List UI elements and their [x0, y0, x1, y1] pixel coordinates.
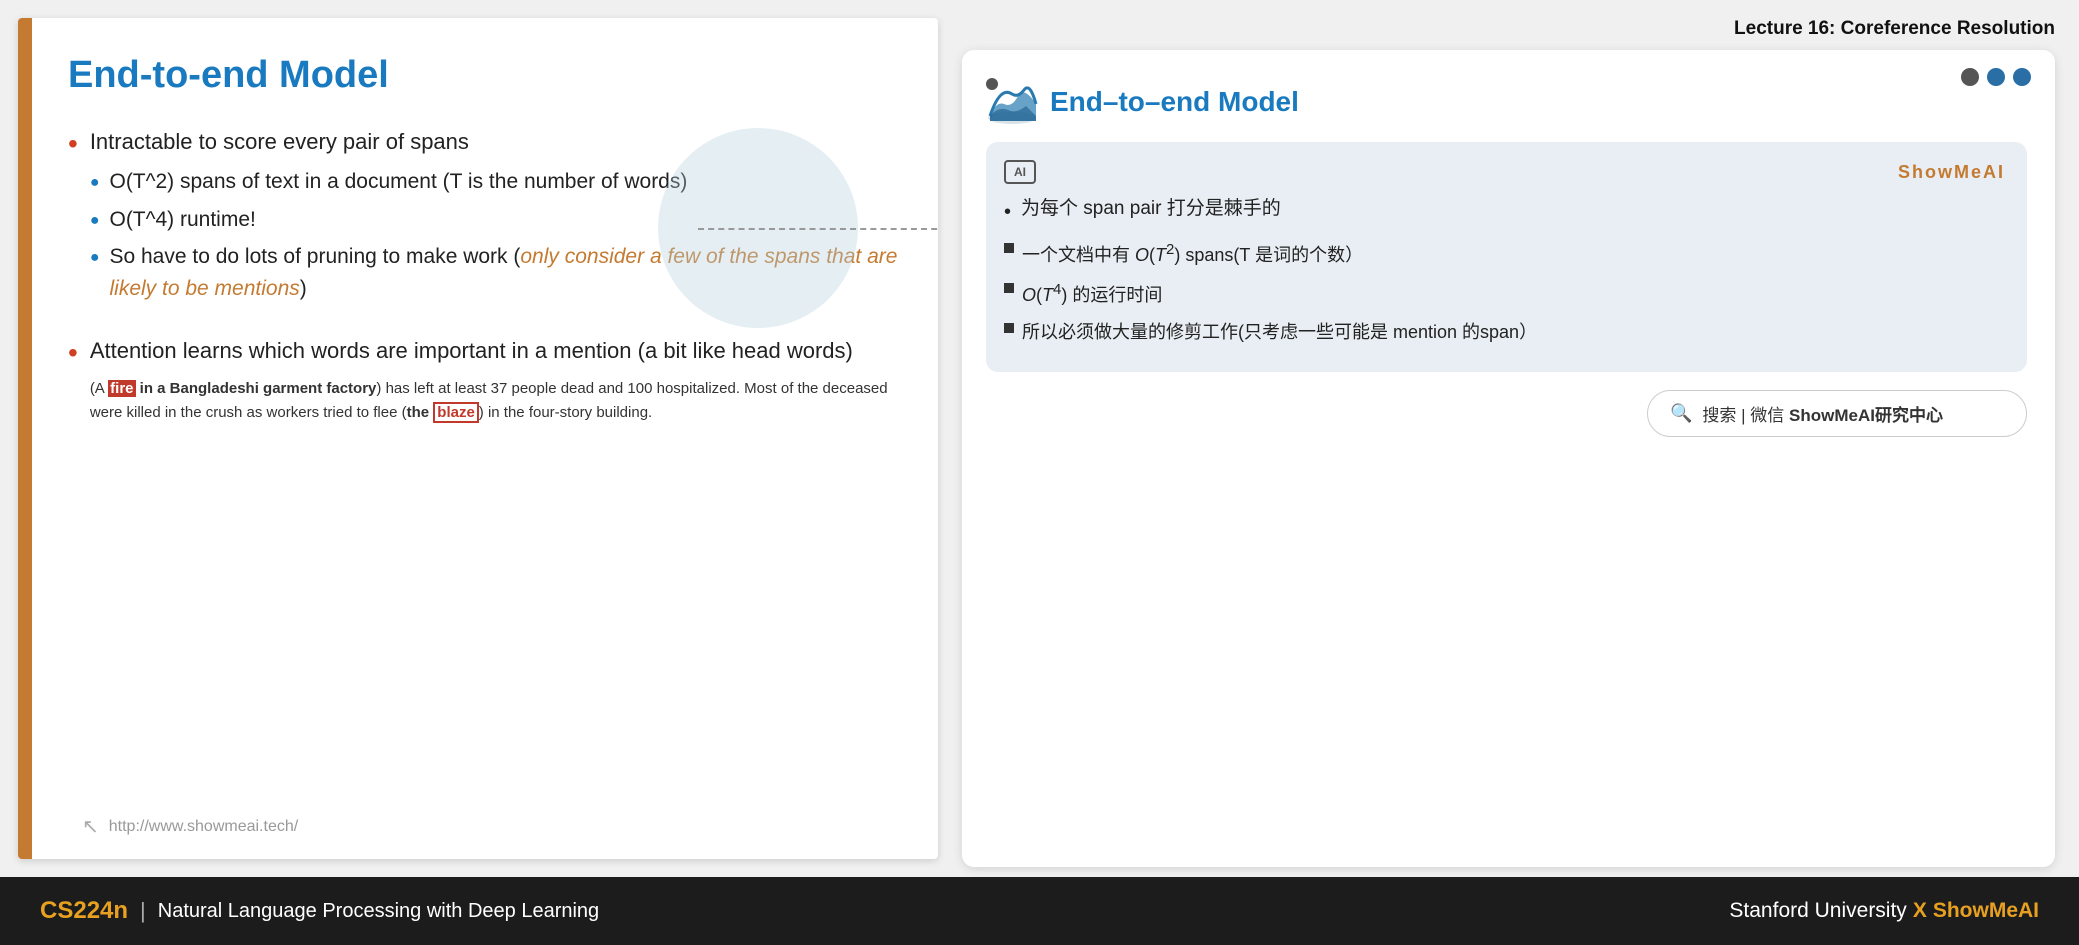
ex-prefix: (A fire in a Bangladeshi garment factory… — [90, 380, 382, 397]
ai-sub-3: 所以必须做大量的修剪工作(只考虑一些可能是 mention 的span） — [1004, 318, 2005, 347]
slide-panel: End-to-end Model • Intractable to score … — [18, 18, 938, 859]
ai-sub-1: 一个文档中有 O(T2) spans(T 是词的个数） — [1004, 238, 2005, 270]
stanford-text: Stanford University — [1729, 899, 1906, 923]
ai-sub-text-2: O(T4) 的运行时间 — [1022, 278, 1162, 310]
ai-main-dot: • — [1004, 196, 1011, 228]
bottom-bar: CS224n | Natural Language Processing wit… — [0, 877, 2079, 945]
slide-content: End-to-end Model • Intractable to score … — [32, 18, 938, 859]
bullet-label-2: Attention learns which words are importa… — [90, 338, 853, 363]
right-slide-card: End–to–end Model AI ShowMeAI • 为每个 span … — [962, 50, 2055, 867]
sub-text-1: O(T^2) spans of text in a document (T is… — [109, 166, 687, 198]
ai-bullet-main: • 为每个 span pair 打分是棘手的 — [1004, 194, 2005, 228]
slide-title: End-to-end Model — [68, 54, 898, 97]
right-panel: Lecture 16: Coreference Resolution End–t… — [938, 0, 2079, 877]
main-content: End-to-end Model • Intractable to score … — [0, 0, 2079, 877]
footer-url: http://www.showmeai.tech/ — [109, 818, 298, 836]
dot-blue-2 — [2013, 68, 2031, 86]
ex-end: ) in the four-story building. — [479, 404, 652, 421]
slide-footer: ↖ http://www.showmeai.tech/ — [82, 814, 298, 839]
sub-dot-2: ● — [90, 209, 100, 233]
course-name: Natural Language Processing with Deep Le… — [158, 900, 599, 923]
ai-sub-text-1: 一个文档中有 O(T2) spans(T 是词的个数） — [1022, 238, 1363, 270]
dot-dark — [1961, 68, 1979, 86]
ai-sub-square-2 — [1004, 283, 1014, 293]
sub-dot-3: ● — [90, 246, 100, 270]
ex-mid1: in a Bangladeshi garment factory — [140, 380, 377, 397]
ai-bullets: • 为每个 span pair 打分是棘手的 一个文档中有 O(T2) span… — [1004, 194, 2005, 346]
ai-sub-square-1 — [1004, 243, 1014, 253]
lecture-header: Lecture 16: Coreference Resolution — [962, 10, 2055, 50]
ai-icon-text: AI — [1014, 165, 1026, 179]
card-top-dots — [1961, 68, 2031, 86]
example-text: (A fire in a Bangladeshi garment factory… — [90, 377, 898, 425]
circle-decoration — [658, 128, 858, 328]
search-box[interactable]: 🔍 搜索 | 微信 ShowMeAI研究中心 — [1647, 390, 2027, 437]
search-text: 搜索 | 微信 ShowMeAI研究中心 — [1702, 401, 1943, 426]
card-title: End–to–end Model — [1050, 86, 1299, 118]
card-logo-area: End–to–end Model — [986, 76, 2027, 128]
bottom-left: CS224n | Natural Language Processing wit… — [40, 897, 599, 925]
ai-main-text: 为每个 span pair 打分是棘手的 — [1021, 194, 1281, 224]
search-icon: 🔍 — [1670, 403, 1692, 424]
showmeai-label: ShowMeAI — [1898, 162, 2005, 183]
course-code: CS224n — [40, 897, 128, 925]
bullet-label-1: Intractable to score every pair of spans — [90, 129, 469, 154]
bottom-right: Stanford University X ShowMeAI — [1729, 899, 2039, 923]
slide-left-bar — [18, 18, 32, 859]
card-small-dot — [986, 78, 998, 90]
the-word: the blaze — [407, 402, 479, 423]
ai-sub-bullets: 一个文档中有 O(T2) spans(T 是词的个数） O(T4) 的运行时间 … — [1004, 238, 2005, 346]
bottom-divider: | — [140, 898, 146, 924]
bullet-dot-2: • — [68, 336, 78, 370]
dot-blue-1 — [1987, 68, 2005, 86]
ai-sub-square-3 — [1004, 323, 1014, 333]
cursor-icon: ↖ — [82, 814, 99, 839]
x-mark: X — [1913, 899, 1927, 923]
bullet-dot-1: • — [68, 127, 78, 161]
ai-info-box: AI ShowMeAI • 为每个 span pair 打分是棘手的 一个文档中… — [986, 142, 2027, 372]
bullet-item-2: • Attention learns which words are impor… — [68, 334, 898, 425]
blaze-word: blaze — [433, 402, 479, 423]
showmeai-brand: ShowMeAI — [1933, 899, 2039, 923]
search-bar-area: 🔍 搜索 | 微信 ShowMeAI研究中心 — [986, 390, 2027, 437]
ai-sub-2: O(T4) 的运行时间 — [1004, 278, 2005, 310]
sub-dot-1: ● — [90, 171, 100, 195]
sub-text-2: O(T^4) runtime! — [109, 204, 255, 236]
ai-sub-list: 一个文档中有 O(T2) spans(T 是词的个数） O(T4) 的运行时间 … — [1004, 238, 2005, 346]
search-brand: ShowMeAI研究中心 — [1789, 406, 1943, 425]
ai-sub-text-3: 所以必须做大量的修剪工作(只考虑一些可能是 mention 的span） — [1022, 318, 1537, 347]
ai-box-header: AI ShowMeAI — [1004, 160, 2005, 184]
ai-icon: AI — [1004, 160, 1036, 184]
fire-word: fire — [108, 380, 135, 397]
bullet-text-2: Attention learns which words are importa… — [90, 334, 898, 425]
